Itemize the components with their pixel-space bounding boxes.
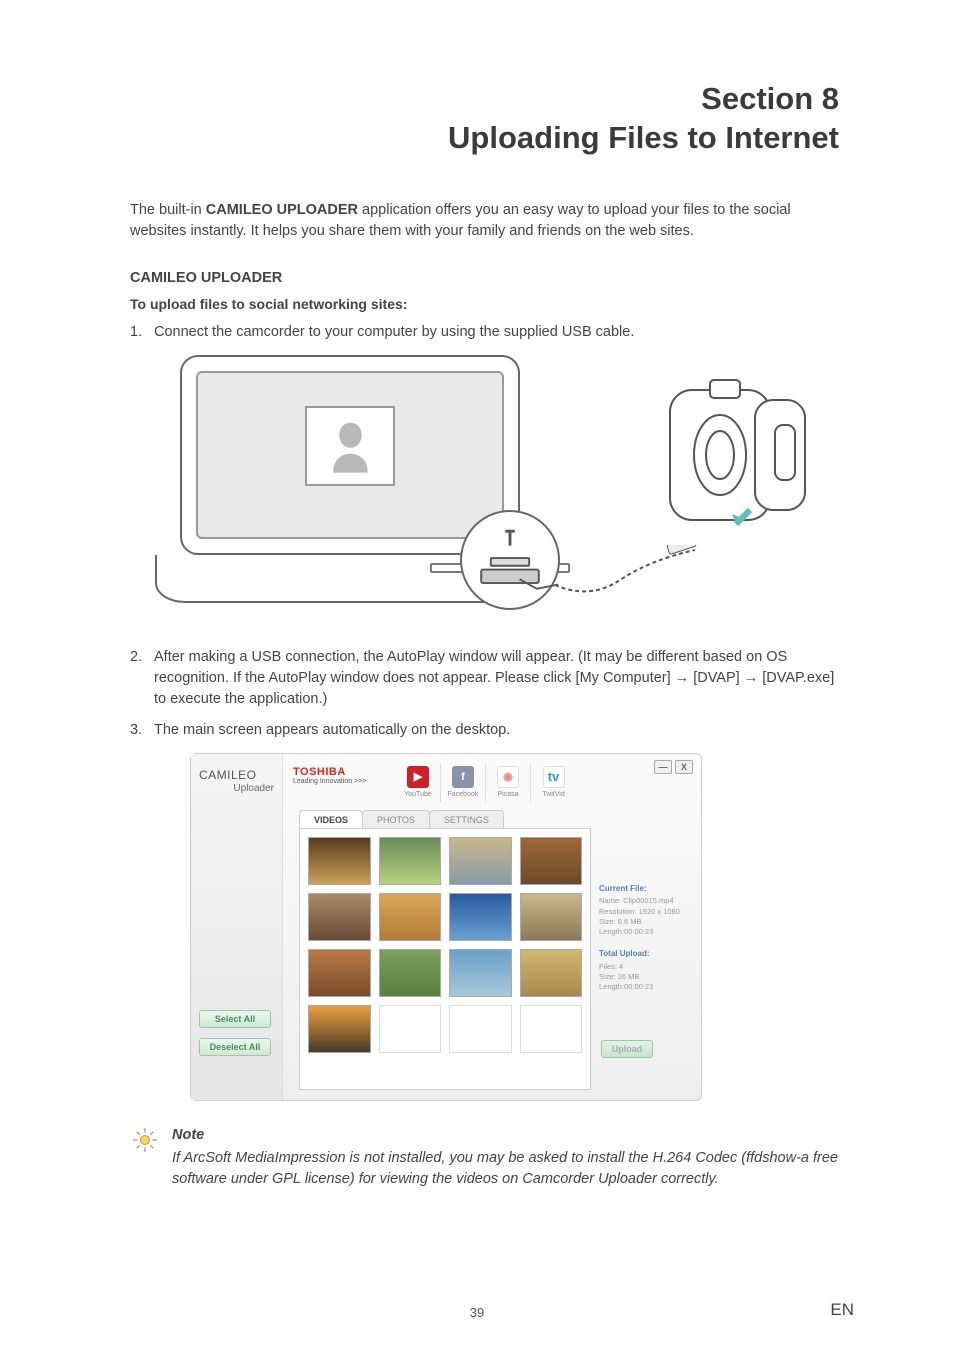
upload-button[interactable]: Upload: [601, 1040, 653, 1058]
thumbnail-empty: [449, 1005, 512, 1053]
picasa-icon: ◉: [497, 766, 519, 788]
avatar-placeholder: [305, 406, 395, 486]
thumbnail-empty: [520, 1005, 583, 1053]
twitvid-icon: tv: [543, 766, 565, 788]
sidebar-brand: CAMILEO: [199, 768, 274, 782]
social-twitvid[interactable]: tv TwitVid: [531, 764, 576, 802]
step-2: 2. After making a USB connection, the Au…: [130, 647, 839, 710]
thumbnail[interactable]: [379, 893, 442, 941]
thumbnail[interactable]: [308, 837, 371, 885]
thumbnail[interactable]: [520, 893, 583, 941]
social-sites-row: ▶ YouTube f Facebook ◉ Picasa tv TwitVid: [396, 764, 576, 802]
youtube-icon: ▶: [407, 766, 429, 788]
social-facebook[interactable]: f Facebook: [441, 764, 486, 802]
current-file-heading: Current File:: [599, 884, 689, 895]
usb-connection-diagram: [180, 355, 820, 615]
sidebar-brand-sub: Uploader: [199, 783, 274, 794]
minimize-button[interactable]: —: [654, 760, 672, 774]
thumbnail[interactable]: [308, 1005, 371, 1053]
deselect-all-button[interactable]: Deselect All: [199, 1038, 271, 1056]
toshiba-logo: TOSHIBA Leading Innovation >>>: [293, 766, 366, 785]
note-heading: Note: [172, 1125, 839, 1146]
close-button[interactable]: X: [675, 760, 693, 774]
section-title-text: Uploading Files to Internet: [448, 120, 839, 155]
intro-paragraph: The built-in CAMILEO UPLOADER applicatio…: [130, 200, 839, 242]
thumbnail-grid: [299, 828, 591, 1090]
thumbnail[interactable]: [379, 837, 442, 885]
app-name: CAMILEO UPLOADER: [206, 202, 358, 218]
tab-videos[interactable]: VIDEOS: [299, 810, 363, 829]
sun-note-icon: [130, 1125, 160, 1155]
social-youtube[interactable]: ▶ YouTube: [396, 764, 441, 802]
step-1: 1. Connect the camcorder to your compute…: [130, 322, 839, 343]
note-block: Note If ArcSoft MediaImpression is not i…: [130, 1125, 839, 1190]
thumbnail[interactable]: [449, 893, 512, 941]
total-upload-heading: Total Upload:: [599, 949, 689, 960]
note-body: If ArcSoft MediaImpression is not instal…: [172, 1150, 838, 1187]
usb-port-inset: [460, 510, 560, 610]
thumbnail[interactable]: [379, 949, 442, 997]
howto-heading: To upload files to social networking sit…: [130, 296, 839, 312]
tab-row: VIDEOS PHOTOS SETTINGS: [299, 810, 503, 829]
thumbnail[interactable]: [520, 949, 583, 997]
social-picasa[interactable]: ◉ Picasa: [486, 764, 531, 802]
thumbnail[interactable]: [308, 893, 371, 941]
note-text: Note If ArcSoft MediaImpression is not i…: [172, 1125, 839, 1190]
section-heading: Section 8 Uploading Files to Internet: [130, 80, 839, 158]
uploader-heading: CAMILEO UPLOADER: [130, 270, 839, 286]
tab-photos[interactable]: PHOTOS: [362, 810, 430, 829]
thumbnail[interactable]: [449, 837, 512, 885]
camcorder-illustration: [640, 370, 820, 535]
thumbnail[interactable]: [449, 949, 512, 997]
thumbnail[interactable]: [520, 837, 583, 885]
window-controls: — X: [654, 760, 693, 774]
page-number: 39: [470, 1305, 484, 1320]
select-all-button[interactable]: Select All: [199, 1010, 271, 1028]
section-label: Section 8: [701, 81, 839, 116]
uploader-window: CAMILEO Uploader Select All Deselect All…: [190, 753, 702, 1101]
info-panel: Current File: Name: Clip00015.mp4 Resolu…: [599, 884, 689, 992]
facebook-icon: f: [452, 766, 474, 788]
thumbnail[interactable]: [308, 949, 371, 997]
tab-settings[interactable]: SETTINGS: [429, 810, 504, 829]
step-3: 3. The main screen appears automatically…: [130, 720, 839, 741]
usb-cable: [550, 545, 700, 605]
language-indicator: EN: [830, 1300, 854, 1320]
thumbnail-empty: [379, 1005, 442, 1053]
uploader-sidebar: CAMILEO Uploader Select All Deselect All: [191, 754, 283, 1100]
